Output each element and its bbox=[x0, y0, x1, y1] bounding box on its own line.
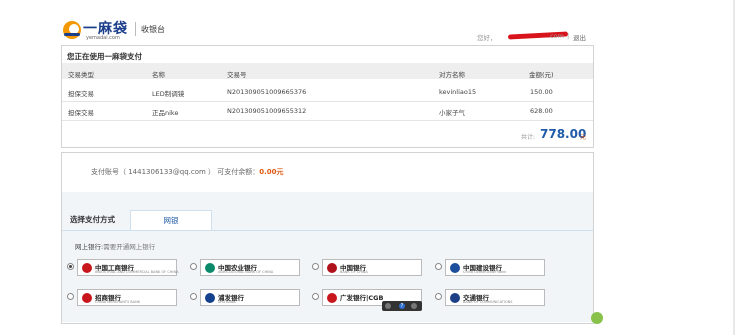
bank-subname: AGRICULTURAL BANK OF CHINA bbox=[218, 270, 274, 274]
col-name: 名称 bbox=[152, 71, 165, 79]
bank-radio-spdb[interactable] bbox=[190, 293, 197, 300]
row-divider bbox=[62, 101, 593, 102]
col-type: 交易类型 bbox=[68, 71, 94, 79]
logout-link[interactable]: 退出 bbox=[573, 32, 586, 42]
row-divider bbox=[62, 120, 593, 121]
banks-label: 网上银行 bbox=[75, 243, 101, 251]
row-2-amount: 628.00 bbox=[530, 107, 553, 115]
bank-card-icbc[interactable]: 中国工商银行 INDUSTRIAL AND COMMERCIAL BANK OF… bbox=[77, 259, 179, 276]
col-counterparty: 对方名称 bbox=[439, 71, 465, 79]
toolbar-close-icon[interactable] bbox=[411, 303, 417, 309]
tab-underline bbox=[62, 230, 593, 231]
bank-subname: INDUSTRIAL AND COMMERCIAL BANK OF CHINA bbox=[95, 270, 179, 274]
row-2-counterparty: 小家子气 bbox=[439, 109, 465, 117]
online-banks-label: 网上银行:需要开通网上银行 bbox=[75, 243, 156, 251]
account-info: 支付账号（ 1441306133@qq.com ） 可支付余额：0.00元 bbox=[91, 167, 284, 177]
ccb-logo-icon bbox=[450, 263, 460, 273]
bank-radio-boc[interactable] bbox=[312, 263, 319, 270]
boc-logo-icon bbox=[327, 263, 337, 273]
order-title: 您正在使用一麻袋支付 bbox=[67, 52, 142, 61]
bank-name: 广发银行|CGB bbox=[340, 294, 384, 302]
total-label: 共计: bbox=[521, 134, 536, 141]
row-1-amount: 150.00 bbox=[530, 88, 553, 96]
tab-online-bank[interactable]: 网银 bbox=[130, 210, 212, 231]
bank-radio-abc[interactable] bbox=[190, 263, 197, 270]
cgb-logo-icon bbox=[327, 293, 337, 303]
logo-subtitle: yemadai.com bbox=[86, 35, 120, 41]
col-trade-no: 交易号 bbox=[227, 71, 247, 79]
row-1-counterparty: kevinliao15 bbox=[439, 88, 477, 96]
toolbar-grid-icon[interactable] bbox=[385, 303, 391, 309]
window-edge bbox=[733, 0, 735, 335]
col-amount: 金额(元) bbox=[529, 71, 554, 79]
header-divider-bar: | bbox=[567, 32, 570, 40]
bank-radio-cmb[interactable] bbox=[67, 293, 74, 300]
bank-card-cmb[interactable]: 招商银行 CHINA MERCHANTS BANK bbox=[77, 289, 177, 306]
status-indicator-icon bbox=[591, 312, 603, 324]
row-1-type: 担保交易 bbox=[68, 90, 94, 98]
banks-note: 需要开通网上银行 bbox=[103, 243, 156, 251]
bank-subname: China Construction Bank bbox=[463, 270, 507, 274]
bank-card-ccb[interactable]: 中国建设银行 China Construction Bank bbox=[445, 259, 545, 276]
cmb-logo-icon bbox=[82, 293, 92, 303]
method-label: 选择支付方式 bbox=[70, 215, 115, 224]
order-table-header bbox=[62, 63, 593, 79]
bank-radio-cgb[interactable] bbox=[312, 293, 319, 300]
total-unit: 元 bbox=[580, 134, 587, 141]
cashier-title: 收银台 bbox=[141, 25, 165, 34]
spdb-logo-icon bbox=[205, 293, 215, 303]
row-1-trade-no: N201309051009665376 bbox=[227, 88, 307, 96]
bank-card-abc[interactable]: 中国农业银行 AGRICULTURAL BANK OF CHINA bbox=[200, 259, 300, 276]
help-icon[interactable]: ? bbox=[399, 303, 405, 309]
account-line: 支付账号（ 1441306133@qq.com ） 可支付余额： bbox=[91, 168, 260, 176]
row-2-trade-no: N201309051009655312 bbox=[227, 107, 307, 115]
row-2-name: 正品nike bbox=[152, 109, 179, 117]
bank-radio-bocom[interactable] bbox=[435, 293, 442, 300]
bank-subname: BANK OF COMMUNICATIONS bbox=[463, 300, 513, 304]
bank-subname: SPD BANK bbox=[218, 300, 236, 304]
bank-card-spdb[interactable]: 浦发银行 SPD BANK bbox=[200, 289, 300, 306]
header-divider bbox=[135, 22, 136, 36]
row-1-name: LED制调镜 bbox=[152, 90, 185, 98]
bank-card-boc[interactable]: 中国银行 BANK OF CHINA bbox=[322, 259, 422, 276]
row-2-type: 担保交易 bbox=[68, 109, 94, 117]
bank-subname: BANK OF CHINA bbox=[340, 270, 368, 274]
floating-toolbar[interactable]: ? bbox=[382, 301, 422, 311]
bank-subname: CHINA MERCHANTS BANK bbox=[95, 300, 140, 304]
icbc-logo-icon bbox=[82, 263, 92, 273]
abc-logo-icon bbox=[205, 263, 215, 273]
bank-card-bocom[interactable]: 交通银行 BANK OF COMMUNICATIONS bbox=[445, 289, 545, 306]
bocom-logo-icon bbox=[450, 293, 460, 303]
bank-radio-icbc[interactable] bbox=[67, 263, 74, 270]
user-prefix: 您好， bbox=[477, 34, 497, 42]
user-greeting: 您好， bbox=[477, 32, 497, 42]
logo-icon bbox=[63, 21, 81, 39]
user-suffix: .com bbox=[548, 32, 564, 40]
balance-amount: 0.00元 bbox=[259, 168, 284, 176]
bank-radio-ccb[interactable] bbox=[435, 263, 442, 270]
